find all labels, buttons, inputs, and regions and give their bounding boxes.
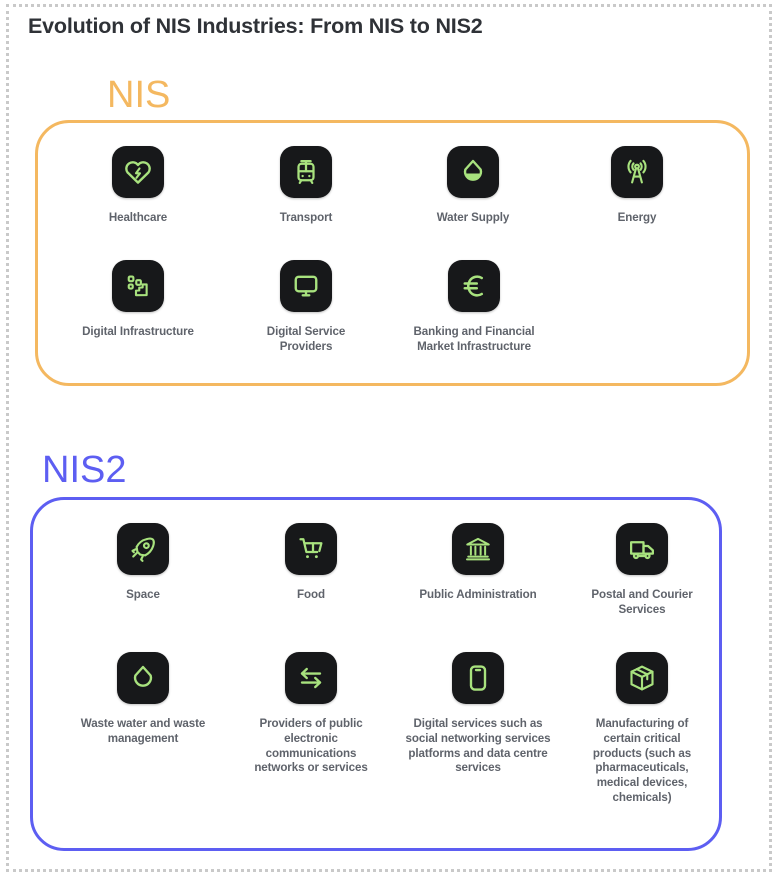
monitor-icon: [291, 271, 321, 301]
item-label: Transport: [279, 211, 333, 224]
infographic-page: Evolution of NIS Industries: From NIS to…: [0, 0, 780, 882]
group-nis: NIS Healthcare Transport Water Supply En…: [35, 76, 750, 386]
package-box-icon: [627, 663, 657, 693]
item-manufacturing[interactable]: Manufacturing of certain critical produc…: [562, 652, 722, 806]
group-nis-label: NIS: [107, 74, 171, 116]
energy-tile: [611, 146, 663, 198]
page-title: Evolution of NIS Industries: From NIS to…: [28, 14, 483, 38]
digital-service-providers-tile: [280, 260, 332, 312]
item-label: Water Supply: [436, 211, 510, 224]
item-label: Manufacturing of certain critical produc…: [592, 717, 692, 805]
water-drop-outline-icon: [128, 663, 158, 693]
digital-services-tile: [452, 652, 504, 704]
item-electronic-communications[interactable]: Providers of public electronic communica…: [228, 652, 394, 776]
item-transport[interactable]: Transport: [223, 146, 389, 226]
exchange-arrows-icon: [296, 663, 326, 693]
group-nis2: NIS2 Space Food Public Administration Po…: [30, 451, 722, 851]
rocket-icon: [128, 534, 158, 564]
item-healthcare[interactable]: Healthcare: [53, 146, 223, 226]
item-label: Providers of public electronic communica…: [254, 717, 368, 775]
group-nis2-row-1: Space Food Public Administration Postal …: [30, 523, 722, 618]
item-digital-service-providers[interactable]: Digital Service Providers: [223, 260, 389, 355]
item-water-supply[interactable]: Water Supply: [389, 146, 557, 226]
item-digital-infrastructure[interactable]: Digital Infrastructure: [53, 260, 223, 355]
item-label: Banking and Financial Market Infrastruct…: [413, 325, 535, 353]
heart-pulse-icon: [123, 157, 153, 187]
digital-infrastructure-tile: [112, 260, 164, 312]
group-nis2-row-2: Waste water and waste management Provide…: [30, 652, 722, 806]
transport-tile: [280, 146, 332, 198]
network-nodes-icon: [123, 271, 153, 301]
item-label: Waste water and waste management: [80, 717, 206, 745]
item-label: Postal and Courier Services: [591, 588, 693, 616]
water-supply-tile: [447, 146, 499, 198]
item-space[interactable]: Space: [58, 523, 228, 618]
item-label: Digital Service Providers: [266, 325, 346, 353]
space-tile: [117, 523, 169, 575]
item-label: Healthcare: [108, 211, 168, 224]
item-waste-water[interactable]: Waste water and waste management: [58, 652, 228, 747]
waste-water-tile: [117, 652, 169, 704]
smartphone-icon: [463, 663, 493, 693]
item-label: Space: [126, 588, 160, 601]
item-label: Food: [297, 588, 325, 601]
postal-courier-tile: [616, 523, 668, 575]
group-nis-row-1: Healthcare Transport Water Supply Energy: [35, 146, 750, 226]
item-label: Digital Infrastructure: [82, 325, 194, 338]
item-banking[interactable]: Banking and Financial Market Infrastruct…: [389, 260, 559, 355]
electronic-communications-tile: [285, 652, 337, 704]
shopping-cart-icon: [296, 534, 326, 564]
delivery-truck-icon: [627, 534, 657, 564]
euro-icon: [459, 271, 489, 301]
item-label: Public Administration: [419, 588, 537, 601]
healthcare-tile: [112, 146, 164, 198]
item-energy[interactable]: Energy: [557, 146, 717, 226]
item-public-administration[interactable]: Public Administration: [394, 523, 562, 618]
water-drop-filled-icon: [458, 157, 488, 187]
bank-building-icon: [463, 534, 493, 564]
antenna-signal-icon: [622, 157, 652, 187]
item-label: Energy: [617, 211, 657, 224]
item-label: Digital services such as social networki…: [405, 717, 551, 775]
item-digital-services[interactable]: Digital services such as social networki…: [394, 652, 562, 776]
manufacturing-tile: [616, 652, 668, 704]
item-food[interactable]: Food: [228, 523, 394, 618]
group-nis2-label: NIS2: [42, 449, 127, 491]
public-administration-tile: [452, 523, 504, 575]
tram-icon: [291, 157, 321, 187]
food-tile: [285, 523, 337, 575]
banking-tile: [448, 260, 500, 312]
item-postal-courier[interactable]: Postal and Courier Services: [562, 523, 722, 618]
group-nis-row-2: Digital Infrastructure Digital Service P…: [35, 260, 750, 355]
